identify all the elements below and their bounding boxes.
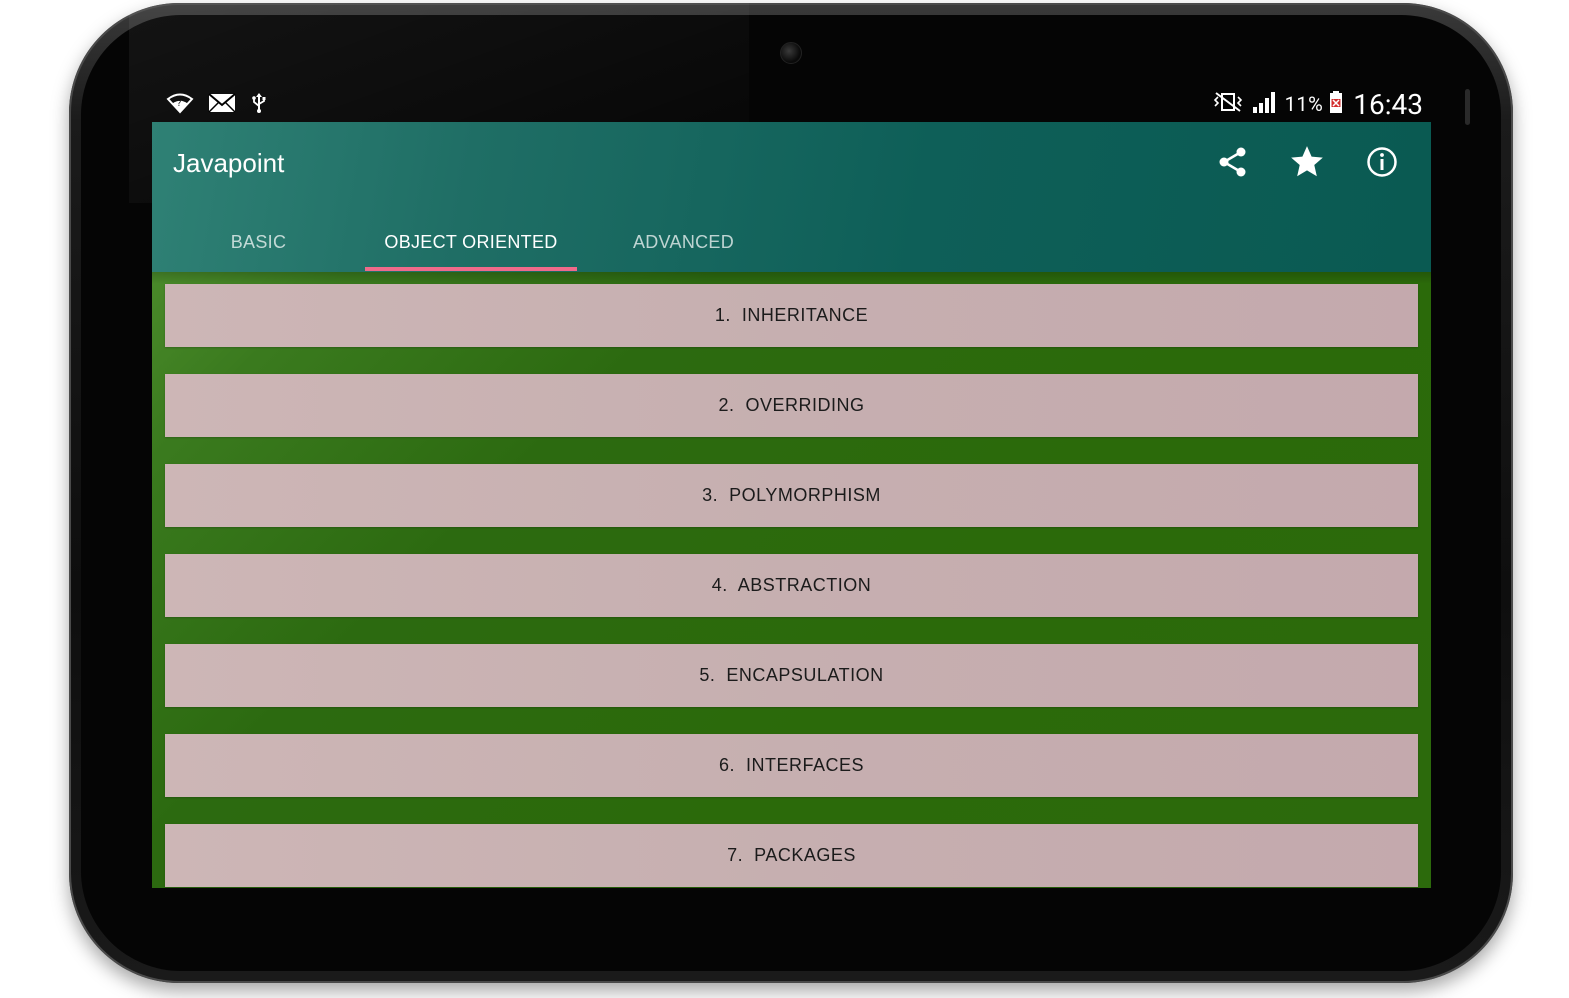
info-button[interactable] xyxy=(1362,144,1402,184)
usb-icon xyxy=(250,92,268,118)
vibrate-icon xyxy=(1211,91,1245,117)
app-title: Javapoint xyxy=(173,148,285,178)
status-left-icons: ? xyxy=(166,92,268,118)
favorite-button[interactable] xyxy=(1287,144,1327,184)
topic-button-abstraction[interactable]: 4. ABSTRACTION xyxy=(165,554,1418,617)
tab-bar: BASIC OBJECT ORIENTED ADVANCED xyxy=(152,217,1431,272)
sensor-slot xyxy=(1465,89,1470,125)
share-icon xyxy=(1216,145,1250,183)
mail-icon xyxy=(208,92,236,118)
topic-button-inheritance[interactable]: 1. INHERITANCE xyxy=(165,284,1418,347)
signal-icon xyxy=(1251,90,1279,118)
tab-object-oriented[interactable]: OBJECT ORIENTED xyxy=(365,217,577,267)
battery-icon xyxy=(1329,90,1343,118)
battery-percent: 11% xyxy=(1284,92,1324,116)
app-bar: Javapoint BASIC OBJECT ORIENTED ADVANCED xyxy=(152,122,1431,272)
status-clock: 16:43 xyxy=(1353,87,1423,121)
topic-button-polymorphism[interactable]: 3. POLYMORPHISM xyxy=(165,464,1418,527)
status-right-icons: 11% 16:43 xyxy=(1211,86,1423,122)
share-button[interactable] xyxy=(1213,144,1253,184)
star-icon xyxy=(1288,143,1326,185)
topic-button-overriding[interactable]: 2. OVERRIDING xyxy=(165,374,1418,437)
topic-list: 1. INHERITANCE 2. OVERRIDING 3. POLYMORP… xyxy=(152,272,1431,888)
tab-basic[interactable]: BASIC xyxy=(152,217,365,267)
svg-text:?: ? xyxy=(177,99,181,108)
topic-button-encapsulation[interactable]: 5. ENCAPSULATION xyxy=(165,644,1418,707)
topic-button-packages[interactable]: 7. PACKAGES xyxy=(165,824,1418,887)
app-screen: Javapoint BASIC OBJECT ORIENTED ADVANCED… xyxy=(152,122,1431,888)
front-camera xyxy=(780,42,802,64)
info-icon xyxy=(1366,146,1398,182)
tab-indicator xyxy=(365,267,577,271)
topic-button-interfaces[interactable]: 6. INTERFACES xyxy=(165,734,1418,797)
status-bar: ? 11% 16:43 xyxy=(152,86,1431,122)
tab-advanced[interactable]: ADVANCED xyxy=(577,217,790,267)
wifi-icon: ? xyxy=(166,92,194,118)
